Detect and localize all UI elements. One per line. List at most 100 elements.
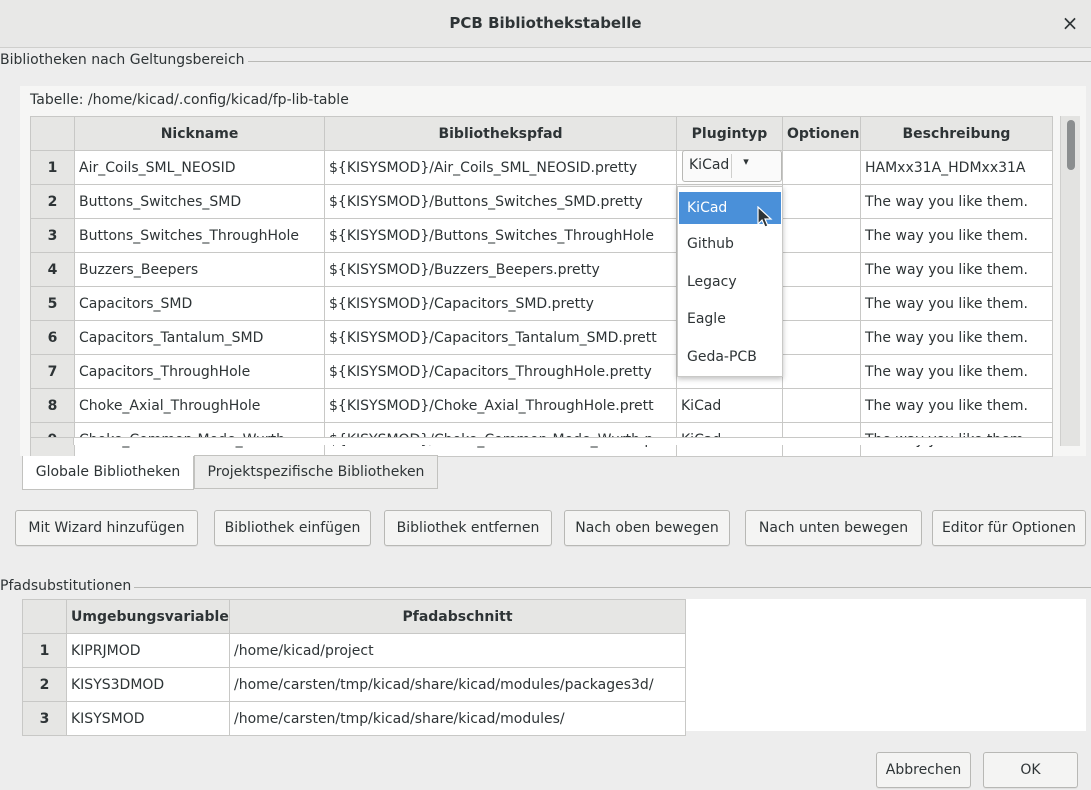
table-row[interactable]: 1 KIPRJMOD /home/kicad/project [22, 633, 686, 668]
description-cell[interactable]: The way you like them. [860, 218, 1053, 253]
nickname-cell[interactable]: Buttons_Switches_ThroughHole [74, 218, 325, 253]
dropdown-option-legacy[interactable]: Legacy [679, 266, 781, 298]
variable-cell[interactable]: KISYS3DMOD [66, 667, 230, 702]
nickname-cell[interactable]: Choke_Axial_ThroughHole [74, 388, 325, 423]
add-with-wizard-button[interactable]: Mit Wizard hinzufügen [15, 510, 198, 546]
row-number[interactable]: 8 [30, 388, 75, 423]
close-icon[interactable]: × [1059, 12, 1081, 34]
description-cell[interactable]: The way you like them. [860, 252, 1053, 287]
column-header-path-part[interactable]: Pfadabschnitt [229, 599, 686, 634]
table-row[interactable]: 3 KISYSMOD /home/carsten/tmp/kicad/share… [22, 701, 686, 736]
description-cell[interactable]: The way you like them. [860, 320, 1053, 355]
plugin-type-combo[interactable]: KiCad ▾ [682, 150, 782, 182]
options-cell[interactable] [782, 388, 861, 423]
table-row[interactable]: 4 Buzzers_Beepers ${KISYSMOD}/Buzzers_Be… [30, 252, 1053, 287]
row-number[interactable]: 6 [30, 320, 75, 355]
row-number[interactable]: 3 [22, 701, 67, 736]
options-cell[interactable] [782, 286, 861, 321]
nickname-cell[interactable]: Capacitors_ThroughHole [74, 354, 325, 389]
nickname-cell[interactable]: Buttons_Switches_SMD [74, 184, 325, 219]
path-cell[interactable]: ${KISYSMOD}/Buttons_Switches_SMD.pretty [324, 184, 677, 219]
column-header-description[interactable]: Beschreibung [860, 116, 1053, 151]
window-title: PCB Bibliothekstabelle [449, 14, 642, 32]
options-cell[interactable] [782, 354, 861, 389]
table-row[interactable]: 1 Air_Coils_SML_NEOSID ${KISYSMOD}/Air_C… [30, 150, 1053, 185]
nickname-cell[interactable]: Capacitors_SMD [74, 286, 325, 321]
row-number[interactable]: 5 [30, 286, 75, 321]
chevron-down-icon[interactable]: ▾ [735, 155, 757, 168]
description-cell[interactable]: The way you like them. [860, 354, 1053, 389]
row-number[interactable]: 7 [30, 354, 75, 389]
move-down-button[interactable]: Nach unten bewegen [745, 510, 922, 546]
table-row[interactable]: 8 Choke_Axial_ThroughHole ${KISYSMOD}/Ch… [30, 388, 1053, 423]
table-overflow-rowhead [30, 437, 74, 445]
row-number[interactable]: 1 [22, 633, 67, 668]
variable-cell[interactable]: KISYSMOD [66, 701, 230, 736]
table-row[interactable]: 2 KISYS3DMOD /home/carsten/tmp/kicad/sha… [22, 667, 686, 702]
nickname-cell[interactable]: Air_Coils_SML_NEOSID [74, 150, 325, 185]
title-bar: PCB Bibliothekstabelle × [0, 0, 1091, 48]
path-cell[interactable]: ${KISYSMOD}/Capacitors_SMD.pretty [324, 286, 677, 321]
cancel-button[interactable]: Abbrechen [876, 752, 971, 788]
column-header-variable[interactable]: Umgebungsvariable [66, 599, 230, 634]
options-cell[interactable] [782, 184, 861, 219]
path-cell[interactable]: ${KISYSMOD}/Air_Coils_SML_NEOSID.pretty [324, 150, 677, 185]
tab-global-libraries[interactable]: Globale Bibliotheken [22, 456, 194, 490]
libraries-group-legend: Bibliotheken nach Geltungsbereich [0, 52, 248, 68]
table-row[interactable]: 7 Capacitors_ThroughHole ${KISYSMOD}/Cap… [30, 354, 1053, 389]
path-cell[interactable]: ${KISYSMOD}/Capacitors_Tantalum_SMD.pret… [324, 320, 677, 355]
row-number[interactable]: 4 [30, 252, 75, 287]
row-number[interactable]: 2 [22, 667, 67, 702]
path-part-cell[interactable]: /home/carsten/tmp/kicad/share/kicad/modu… [229, 701, 686, 736]
path-cell[interactable]: ${KISYSMOD}/Buzzers_Beepers.pretty [324, 252, 677, 287]
table-row[interactable]: 2 Buttons_Switches_SMD ${KISYSMOD}/Butto… [30, 184, 1053, 219]
options-cell[interactable] [782, 320, 861, 355]
column-header-nickname[interactable]: Nickname [74, 116, 325, 151]
path-substitutions-header: Umgebungsvariable Pfadabschnitt [22, 599, 686, 634]
options-cell[interactable] [782, 218, 861, 253]
options-cell[interactable] [782, 150, 861, 185]
ok-button[interactable]: OK [983, 752, 1078, 788]
path-cell[interactable]: ${KISYSMOD}/Buttons_Switches_ThroughHole [324, 218, 677, 253]
table-row[interactable]: 6 Capacitors_Tantalum_SMD ${KISYSMOD}/Ca… [30, 320, 1053, 355]
dropdown-option-github[interactable]: Github [679, 228, 781, 260]
table-row[interactable]: 5 Capacitors_SMD ${KISYSMOD}/Capacitors_… [30, 286, 1053, 321]
options-editor-button[interactable]: Editor für Optionen [932, 510, 1086, 546]
column-header-plugin[interactable]: Plugintyp [676, 116, 783, 151]
row-number[interactable]: 2 [30, 184, 75, 219]
variable-cell[interactable]: KIPRJMOD [66, 633, 230, 668]
remove-library-button[interactable]: Bibliothek entfernen [384, 510, 552, 546]
column-header-options[interactable]: Optionen [782, 116, 861, 151]
tab-project-libraries[interactable]: Projektspezifische Bibliotheken [194, 455, 438, 489]
move-up-button[interactable]: Nach oben bewegen [564, 510, 730, 546]
path-substitutions-table: Umgebungsvariable Pfadabschnitt 1 KIPRJM… [22, 599, 686, 736]
insert-library-button[interactable]: Bibliothek einfügen [214, 510, 371, 546]
nickname-cell[interactable]: Capacitors_Tantalum_SMD [74, 320, 325, 355]
description-cell[interactable]: The way you like them. [860, 388, 1053, 423]
table-row[interactable]: 3 Buttons_Switches_ThroughHole ${KISYSMO… [30, 218, 1053, 253]
options-cell[interactable] [782, 252, 861, 287]
library-table: Nickname Bibliothekspfad Plugintyp Optio… [30, 116, 1053, 457]
nickname-cell[interactable]: Buzzers_Beepers [74, 252, 325, 287]
mouse-cursor-icon [757, 206, 773, 228]
plugin-cell[interactable]: KiCad [676, 388, 783, 423]
dropdown-option-geda-pcb[interactable]: Geda-PCB [679, 341, 781, 373]
dropdown-option-eagle[interactable]: Eagle [679, 303, 781, 335]
scrollbar-thumb[interactable] [1067, 120, 1075, 170]
table-overflow-row [30, 437, 1052, 445]
description-cell[interactable]: HAMxx31A_HDMxx31A [860, 150, 1053, 185]
path-substitutions-legend: Pfadsubstitutionen [0, 578, 135, 594]
row-number[interactable]: 1 [30, 150, 75, 185]
row-number[interactable]: 3 [30, 218, 75, 253]
corner-cell [22, 599, 67, 634]
description-cell[interactable]: The way you like them. [860, 184, 1053, 219]
combo-separator [731, 154, 732, 178]
corner-cell [30, 116, 75, 151]
path-part-cell[interactable]: /home/carsten/tmp/kicad/share/kicad/modu… [229, 667, 686, 702]
description-cell[interactable]: The way you like them. [860, 286, 1053, 321]
path-part-cell[interactable]: /home/kicad/project [229, 633, 686, 668]
column-header-path[interactable]: Bibliothekspfad [324, 116, 677, 151]
library-table-scrollbar[interactable] [1060, 116, 1080, 446]
path-cell[interactable]: ${KISYSMOD}/Choke_Axial_ThroughHole.pret… [324, 388, 677, 423]
path-cell[interactable]: ${KISYSMOD}/Capacitors_ThroughHole.prett… [324, 354, 677, 389]
